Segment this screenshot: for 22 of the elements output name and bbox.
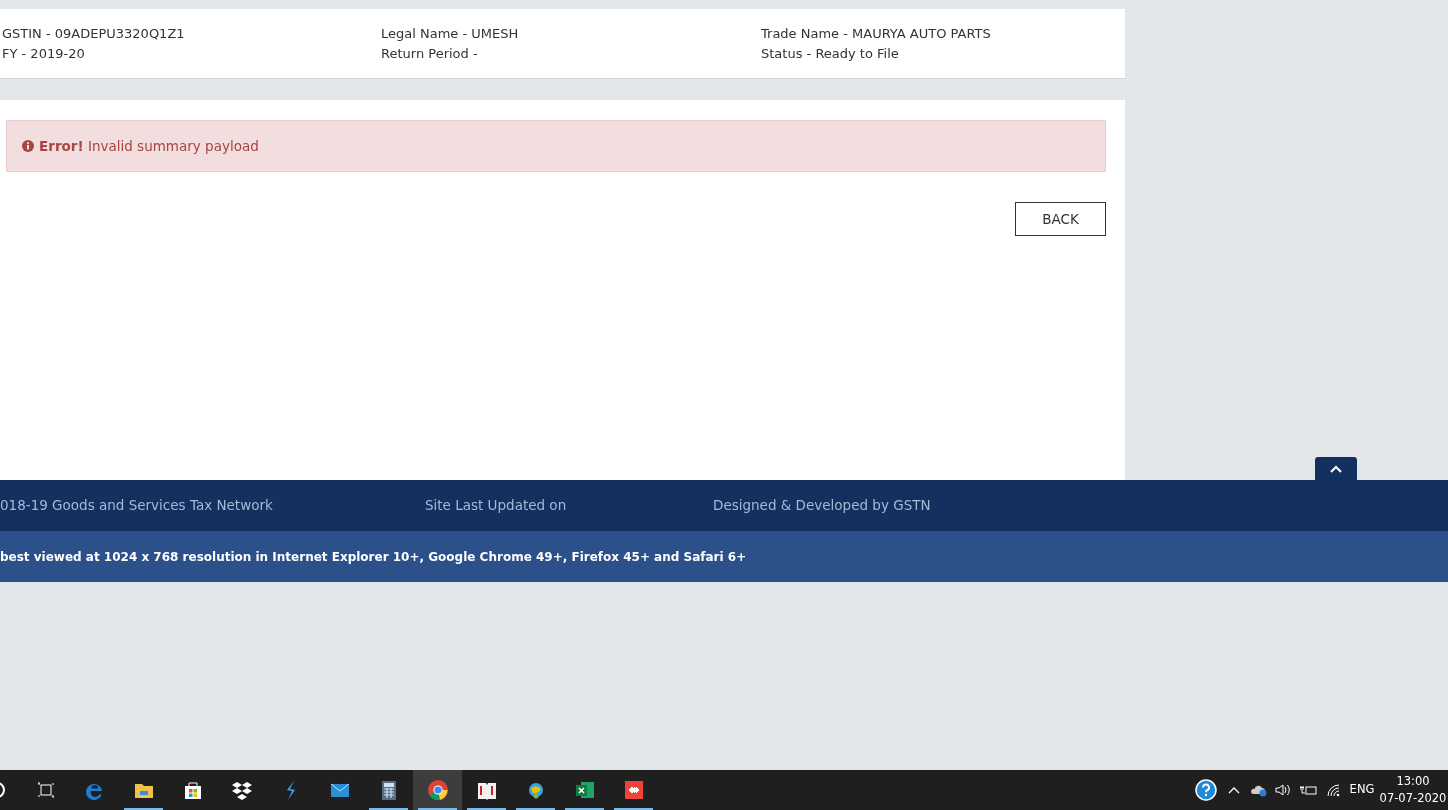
box-icon xyxy=(230,779,253,801)
chevron-up-icon xyxy=(1330,464,1342,473)
info-field: Return Period - xyxy=(381,43,478,64)
info-icon xyxy=(22,140,34,152)
browser-support-note: best viewed at 1024 x 768 resolution in Internet Explorer 10+, Google Chrome 49+, Firefox 45+ and Safari 6+ xyxy=(0,548,747,566)
info-field: Status - Ready to File xyxy=(761,43,899,64)
back-button[interactable]: BACK xyxy=(1015,202,1106,236)
scroll-top-button[interactable] xyxy=(1315,457,1357,480)
clock[interactable]: 13:00 07-07-2020 xyxy=(1378,770,1448,810)
taskbar-app[interactable] xyxy=(413,770,462,810)
error-message: Error! Invalid summary payload xyxy=(39,136,259,156)
copyright-text: 018-19 Goods and Services Tax Network xyxy=(0,496,274,516)
developer-credit: Designed & Developed by GSTN xyxy=(713,496,931,516)
diamond-arrows-icon xyxy=(622,779,645,801)
info-field: GSTIN - 09ADEPU3320Q1Z1 xyxy=(2,23,185,44)
language-indicator[interactable]: ENG xyxy=(1346,770,1378,810)
spreadsheet-icon xyxy=(573,779,596,801)
chrome-icon xyxy=(426,779,449,801)
info-field: FY - 2019-20 xyxy=(2,43,85,64)
info-field: Legal Name - UMESH xyxy=(381,23,519,44)
info-field: Trade Name - MAURYA AUTO PARTS xyxy=(761,23,991,44)
site-updated-text: Site Last Updated on xyxy=(425,496,568,516)
